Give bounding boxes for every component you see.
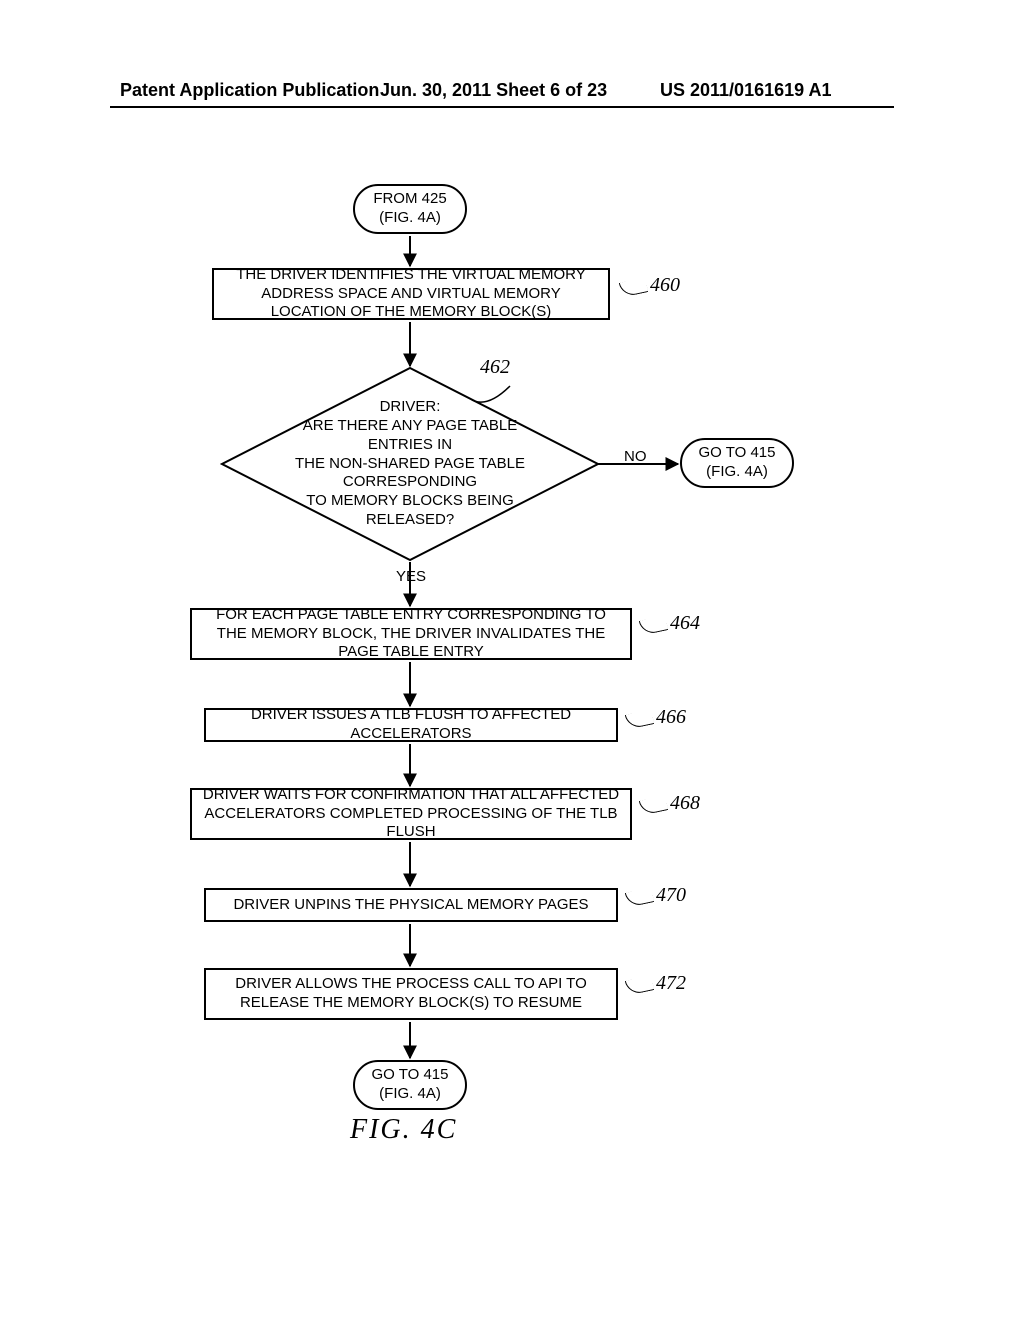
edge-label-yes: YES — [396, 568, 426, 585]
terminator-goto415-right: GO TO 415 (FIG. 4A) — [680, 438, 794, 488]
terminator-start: FROM 425 (FIG. 4A) — [353, 184, 467, 234]
process-466-text: DRIVER ISSUES A TLB FLUSH TO AFFECTED AC… — [216, 706, 606, 744]
page: Patent Application Publication Jun. 30, … — [0, 0, 1024, 1320]
process-472: DRIVER ALLOWS THE PROCESS CALL TO API TO… — [204, 968, 618, 1020]
ref-tick-466 — [625, 709, 655, 729]
ref-tick-470 — [625, 887, 655, 907]
ref-468: 468 — [670, 792, 700, 815]
process-460: THE DRIVER IDENTIFIES THE VIRTUAL MEMORY… — [212, 268, 610, 320]
process-464: FOR EACH PAGE TABLE ENTRY CORRESPONDING … — [190, 608, 632, 660]
terminator-goto415-right-line2: (FIG. 4A) — [699, 463, 776, 482]
terminator-end-line1: GO TO 415 — [372, 1066, 449, 1085]
header-mid: Jun. 30, 2011 Sheet 6 of 23 — [380, 80, 607, 101]
ref-462: 462 — [480, 356, 510, 379]
ref-tick-462 — [470, 380, 530, 410]
header-rule — [110, 106, 894, 108]
decision-462: DRIVER: ARE THERE ANY PAGE TABLE ENTRIES… — [220, 366, 600, 562]
decision-462-line4: TO MEMORY BLOCKS BEING — [280, 492, 540, 511]
process-460-text: THE DRIVER IDENTIFIES THE VIRTUAL MEMORY… — [224, 266, 598, 322]
ref-472: 472 — [656, 972, 686, 995]
edge-label-no: NO — [624, 448, 647, 465]
terminator-end-line2: (FIG. 4A) — [372, 1085, 449, 1104]
ref-tick-468 — [639, 795, 669, 815]
terminator-goto415-right-line1: GO TO 415 — [699, 444, 776, 463]
process-470-text: DRIVER UNPINS THE PHYSICAL MEMORY PAGES — [233, 896, 588, 915]
ref-460: 460 — [650, 274, 680, 297]
ref-470: 470 — [656, 884, 686, 907]
ref-tick-472 — [625, 975, 655, 995]
process-468: DRIVER WAITS FOR CONFIRMATION THAT ALL A… — [190, 788, 632, 840]
terminator-end: GO TO 415 (FIG. 4A) — [353, 1060, 467, 1110]
process-466: DRIVER ISSUES A TLB FLUSH TO AFFECTED AC… — [204, 708, 618, 742]
process-464-text: FOR EACH PAGE TABLE ENTRY CORRESPONDING … — [202, 606, 620, 662]
process-472-text: DRIVER ALLOWS THE PROCESS CALL TO API TO… — [216, 975, 606, 1013]
ref-466: 466 — [656, 706, 686, 729]
header-right: US 2011/0161619 A1 — [660, 80, 831, 101]
decision-462-line5: RELEASED? — [280, 511, 540, 530]
ref-tick-460 — [619, 277, 649, 297]
ref-464: 464 — [670, 612, 700, 635]
figure-caption: FIG. 4C — [350, 1114, 457, 1146]
decision-462-line2: ARE THERE ANY PAGE TABLE ENTRIES IN — [280, 417, 540, 455]
ref-tick-464 — [639, 615, 669, 635]
process-468-text: DRIVER WAITS FOR CONFIRMATION THAT ALL A… — [202, 786, 620, 842]
decision-462-line3: THE NON-SHARED PAGE TABLE CORRESPONDING — [280, 455, 540, 493]
terminator-start-line2: (FIG. 4A) — [373, 209, 446, 228]
header-left: Patent Application Publication — [120, 80, 379, 101]
terminator-start-line1: FROM 425 — [373, 190, 446, 209]
process-470: DRIVER UNPINS THE PHYSICAL MEMORY PAGES — [204, 888, 618, 922]
